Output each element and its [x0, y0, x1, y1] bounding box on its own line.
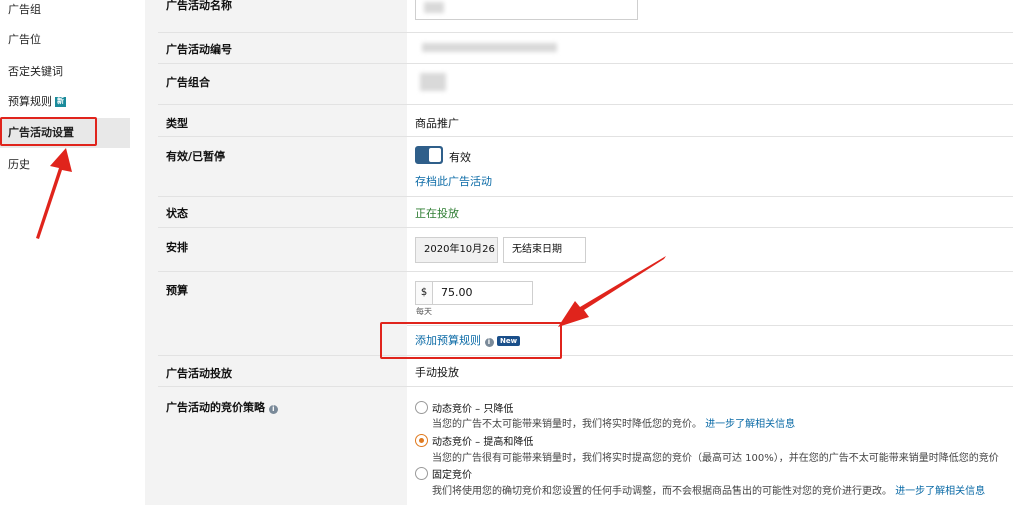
sidebar-item-ad-groups[interactable]: 广告组 [0, 0, 130, 25]
bid-option-up-down-radio[interactable] [415, 434, 428, 447]
toggle-label: 有效 [449, 151, 471, 164]
active-paused-label: 有效/已暂停 [166, 150, 226, 163]
campaign-name-input[interactable] [415, 0, 638, 20]
archive-campaign-link[interactable]: 存档此广告活动 [415, 173, 492, 189]
bid-option-title: 固定竞价 [432, 470, 472, 481]
sidebar-item-history[interactable]: 历史 [0, 150, 130, 180]
info-icon[interactable]: i [484, 338, 494, 347]
sidebar-item-placements[interactable]: 广告位 [0, 25, 130, 55]
sidebar-item-label: 广告位 [8, 33, 41, 46]
add-budget-rule-link[interactable]: 添加预算规则 [415, 334, 481, 347]
sidebar-item-label: 广告活动设置 [8, 126, 74, 139]
campaign-name-label: 广告活动名称 [166, 0, 232, 12]
toggle-knob [429, 148, 441, 162]
sidebar-item-label: 预算规则 [8, 95, 52, 108]
new-badge: 新 [55, 97, 66, 107]
sidebar-item-negative-keywords[interactable]: 否定关键词 [0, 57, 130, 87]
new-badge: New [497, 336, 521, 346]
add-budget-rule[interactable]: 添加预算规则 i New [415, 332, 521, 348]
status-label: 状态 [166, 207, 188, 220]
type-value: 商品推广 [415, 117, 459, 130]
redacted-text [420, 73, 446, 91]
redacted-text [422, 43, 557, 52]
gutter [145, 0, 158, 505]
bid-option-fixed-radio[interactable] [415, 467, 428, 480]
start-date-field[interactable]: 2020年10月26 [415, 237, 498, 263]
sidebar-item-label: 历史 [8, 158, 30, 171]
redacted-text [424, 2, 444, 13]
currency-symbol: $ [416, 282, 433, 304]
active-toggle[interactable] [415, 146, 443, 164]
row-divider [158, 386, 1013, 387]
campaign-id-label: 广告活动编号 [166, 43, 232, 56]
type-label: 类型 [166, 117, 188, 130]
bidding-strategy-text: 广告活动的竞价策略 [166, 401, 265, 414]
row-divider [158, 196, 1013, 197]
learn-more-link[interactable]: 进一步了解相关信息 [895, 486, 985, 497]
bid-option-desc-text: 我们将使用您的确切竞价和您设置的任何手动调整，而不会根据商品售出的可能性对您的竞… [432, 486, 892, 497]
status-value: 正在投放 [415, 207, 459, 220]
bid-option-down-only-radio[interactable] [415, 401, 428, 414]
row-divider [158, 63, 1013, 64]
delivery-value: 手动投放 [415, 366, 459, 379]
bid-option-desc: 当您的广告不太可能带来销量时，我们将实时降低您的竞价。 进一步了解相关信息 [432, 415, 795, 430]
row-divider [158, 227, 1013, 228]
bid-option-desc: 当您的广告很有可能带来销量时，我们将实时提高您的竞价（最高可达 100%），并在… [432, 453, 999, 464]
budget-period: 每天 [416, 307, 432, 316]
budget-amount: 75.00 [441, 286, 473, 299]
sidebar: 广告组 广告位 否定关键词 预算规则新 广告活动设置 历史 [0, 0, 145, 505]
end-date-field[interactable]: 无结束日期 [503, 237, 586, 263]
bidding-strategy-label: 广告活动的竞价策略 i [166, 399, 278, 415]
settings-panel: 广告活动名称 广告活动编号 广告组合 类型 商品推广 有效/已暂停 有效 存档此… [158, 0, 1013, 505]
sidebar-item-label: 否定关键词 [8, 65, 63, 78]
schedule-label: 安排 [166, 241, 188, 254]
row-divider [158, 136, 1013, 137]
learn-more-link[interactable]: 进一步了解相关信息 [705, 419, 795, 430]
info-icon[interactable]: i [268, 405, 278, 414]
bid-option-title: 动态竞价 – 提高和降低 [432, 437, 534, 448]
row-divider [158, 104, 1013, 105]
row-divider [407, 325, 1013, 326]
bid-option-title: 动态竞价 – 只降低 [432, 404, 514, 415]
row-divider [158, 271, 1013, 272]
sidebar-item-budget-rules[interactable]: 预算规则新 [0, 87, 130, 117]
bid-option-desc-text: 当您的广告不太可能带来销量时，我们将实时降低您的竞价。 [432, 419, 702, 430]
sidebar-item-label: 广告组 [8, 3, 41, 16]
budget-label: 预算 [166, 284, 188, 297]
row-divider [158, 32, 1013, 33]
sidebar-item-campaign-settings[interactable]: 广告活动设置 [0, 118, 130, 148]
row-divider [158, 355, 1013, 356]
budget-input[interactable]: $ 75.00 [415, 281, 533, 305]
bid-option-desc: 我们将使用您的确切竞价和您设置的任何手动调整，而不会根据商品售出的可能性对您的竞… [432, 482, 985, 497]
delivery-label: 广告活动投放 [166, 367, 232, 380]
portfolio-label: 广告组合 [166, 76, 210, 89]
